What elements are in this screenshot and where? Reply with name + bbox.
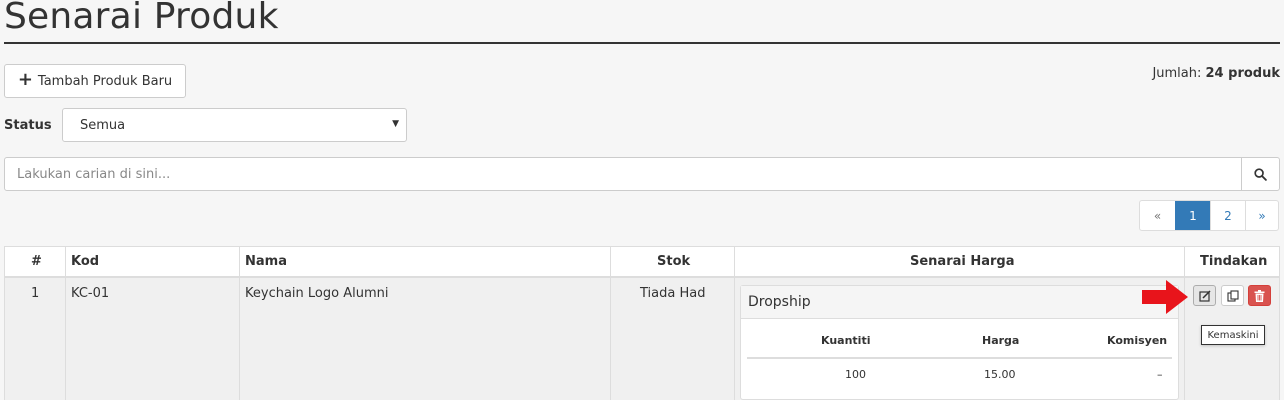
table-header: # Kod Nama Stok Senarai Harga Tindakan (4, 246, 1280, 278)
column-header-name: Nama (245, 254, 287, 269)
product-code: KC-01 (71, 286, 110, 301)
price-quantity-value: 100 (845, 368, 866, 381)
status-selected-value: Semua (80, 117, 126, 133)
column-divider (610, 246, 611, 400)
plus-icon: + (17, 69, 33, 90)
search-input[interactable] (5, 158, 1242, 190)
status-select[interactable]: Semua ▼ (62, 108, 407, 142)
row-number: 1 (31, 286, 40, 301)
column-header-number: # (31, 254, 42, 269)
price-header-commission: Komisyen (1107, 334, 1168, 347)
price-header-divider (747, 357, 1172, 359)
column-divider (1184, 246, 1185, 400)
column-divider (65, 246, 66, 400)
chevron-down-icon: ▼ (392, 119, 399, 129)
pagination-next[interactable]: » (1245, 201, 1278, 230)
pagination: « 1 2 » (1139, 200, 1279, 231)
product-stock: Tiada Had (640, 286, 706, 301)
column-header-actions: Tindakan (1200, 254, 1268, 269)
search-bar (4, 157, 1280, 191)
price-list-title: Dropship (741, 286, 1178, 319)
edit-button[interactable] (1193, 285, 1216, 306)
edit-tooltip: Kemaskini (1201, 325, 1265, 345)
price-value: 15.00 (984, 368, 1016, 381)
copy-button[interactable] (1221, 285, 1244, 306)
column-header-stock: Stok (657, 254, 691, 269)
price-list-panel: Dropship Kuantiti Harga Komisyen 100 15.… (740, 285, 1179, 400)
column-header-code: Kod (71, 254, 100, 269)
price-header-price: Harga (982, 334, 1020, 347)
delete-button[interactable] (1248, 285, 1271, 306)
column-header-price-list: Senarai Harga (910, 254, 1015, 269)
trash-icon (1254, 289, 1265, 302)
add-product-button[interactable]: + Tambah Produk Baru (4, 64, 186, 98)
product-name: Keychain Logo Alumni (245, 286, 389, 301)
column-divider (239, 246, 240, 400)
price-commission-value: – (1157, 368, 1163, 381)
status-label: Status (4, 118, 52, 133)
column-divider (734, 246, 735, 400)
add-product-label: Tambah Produk Baru (37, 73, 173, 89)
search-icon (1254, 167, 1267, 181)
title-divider (4, 42, 1280, 44)
count-label: Jumlah: (1152, 66, 1202, 81)
product-count: Jumlah: 24 produk (1152, 66, 1280, 81)
copy-icon (1226, 289, 1239, 302)
pagination-page-1[interactable]: 1 (1175, 201, 1210, 230)
pointer-arrow-icon (1142, 280, 1188, 314)
pagination-prev[interactable]: « (1140, 201, 1175, 230)
pagination-page-2[interactable]: 2 (1210, 201, 1245, 230)
page-title: Senarai Produk (4, 0, 279, 37)
edit-icon (1198, 289, 1211, 302)
search-button[interactable] (1241, 158, 1279, 190)
count-value: 24 produk (1205, 66, 1280, 81)
price-header-quantity: Kuantiti (821, 334, 871, 347)
